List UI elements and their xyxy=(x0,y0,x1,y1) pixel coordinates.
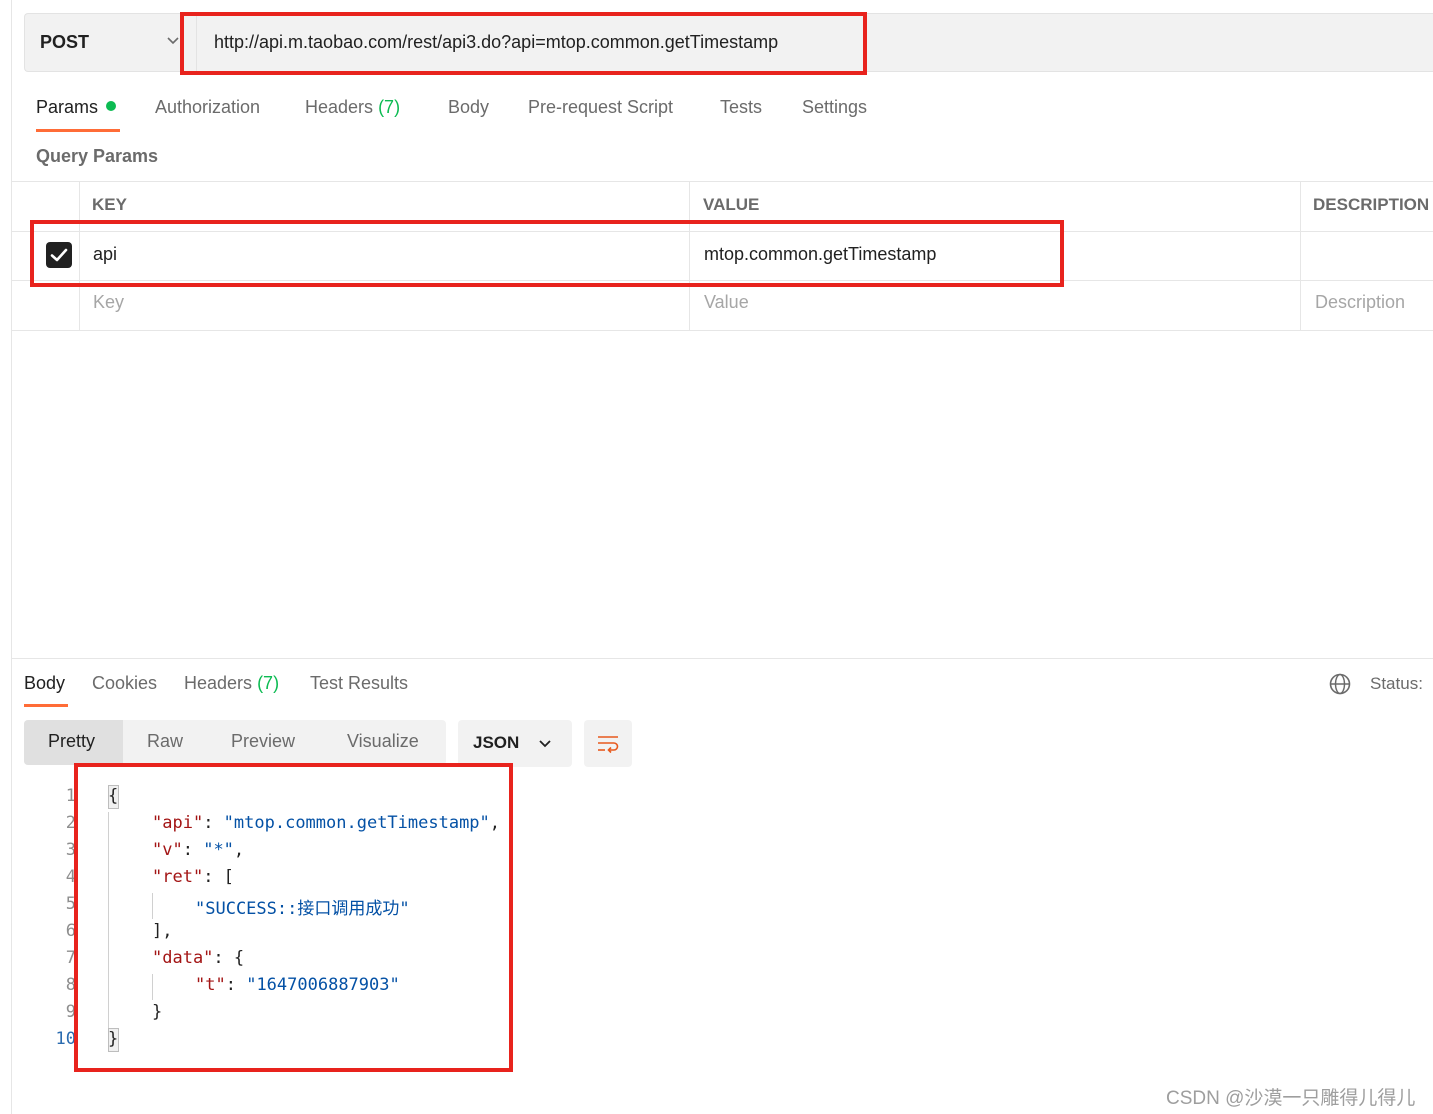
table-bottom-border xyxy=(11,330,1433,331)
response-tab-cookies[interactable]: Cookies xyxy=(92,673,157,694)
tab-body[interactable]: Body xyxy=(448,97,489,118)
new-description-input[interactable]: Description xyxy=(1315,292,1405,313)
tab-settings[interactable]: Settings xyxy=(802,97,867,118)
tab-headers-count: (7) xyxy=(378,97,401,117)
column-header-value: VALUE xyxy=(703,195,760,214)
line-number: 9 xyxy=(65,1002,76,1022)
left-border xyxy=(11,0,12,1114)
response-tab-headers-label: Headers xyxy=(184,673,253,693)
url-highlight-box xyxy=(180,12,867,75)
response-tab-headers[interactable]: Headers (7) xyxy=(184,673,279,694)
response-tab-body-underline xyxy=(24,704,68,707)
response-body-highlight-box xyxy=(74,763,513,1072)
column-header-description: DESCRIPTION xyxy=(1313,195,1430,214)
response-tab-test-results[interactable]: Test Results xyxy=(310,673,408,694)
new-value-input[interactable]: Value xyxy=(704,292,749,313)
params-active-dot xyxy=(106,101,117,111)
param-row-highlight-box xyxy=(30,220,1064,287)
line-number: 3 xyxy=(65,840,76,860)
view-mode-raw[interactable]: Raw xyxy=(147,731,183,752)
tab-params[interactable]: Params xyxy=(36,97,117,118)
chevron-down-icon xyxy=(539,740,551,748)
chevron-down-icon[interactable] xyxy=(166,34,180,48)
line-number: 2 xyxy=(65,813,76,833)
view-mode-visualize[interactable]: Visualize xyxy=(347,731,419,752)
response-tab-body[interactable]: Body xyxy=(24,673,65,694)
line-number: 4 xyxy=(65,867,76,887)
tab-headers-label: Headers xyxy=(305,97,374,117)
format-select-label: JSON xyxy=(473,733,520,752)
line-number: 10 xyxy=(55,1029,76,1049)
line-number: 6 xyxy=(65,921,76,941)
view-mode-pretty[interactable]: Pretty xyxy=(48,731,95,752)
query-params-title: Query Params xyxy=(36,146,159,166)
line-number: 7 xyxy=(65,948,76,968)
response-status: Status: xyxy=(1370,674,1423,693)
column-divider xyxy=(1300,181,1301,331)
tab-headers[interactable]: Headers (7) xyxy=(305,97,400,118)
globe-icon[interactable] xyxy=(1328,672,1352,696)
wrap-lines-icon xyxy=(598,736,619,754)
view-mode-preview[interactable]: Preview xyxy=(231,731,295,752)
response-tab-headers-count: (7) xyxy=(257,673,280,693)
tab-prerequest-script[interactable]: Pre-request Script xyxy=(528,97,673,118)
tab-params-underline xyxy=(36,129,120,132)
watermark: CSDN @沙漠一只雕得儿得儿 xyxy=(1166,1088,1416,1109)
line-number: 5 xyxy=(65,894,76,914)
column-header-key: KEY xyxy=(92,195,127,214)
tab-tests[interactable]: Tests xyxy=(720,97,762,118)
tab-params-label: Params xyxy=(36,97,99,117)
method-select[interactable]: POST xyxy=(40,32,89,53)
line-number: 1 xyxy=(65,786,76,806)
new-key-input[interactable]: Key xyxy=(93,292,124,313)
tab-authorization[interactable]: Authorization xyxy=(155,97,260,118)
table-top-border xyxy=(11,181,1433,182)
response-divider xyxy=(11,658,1433,659)
line-number: 8 xyxy=(65,975,76,995)
